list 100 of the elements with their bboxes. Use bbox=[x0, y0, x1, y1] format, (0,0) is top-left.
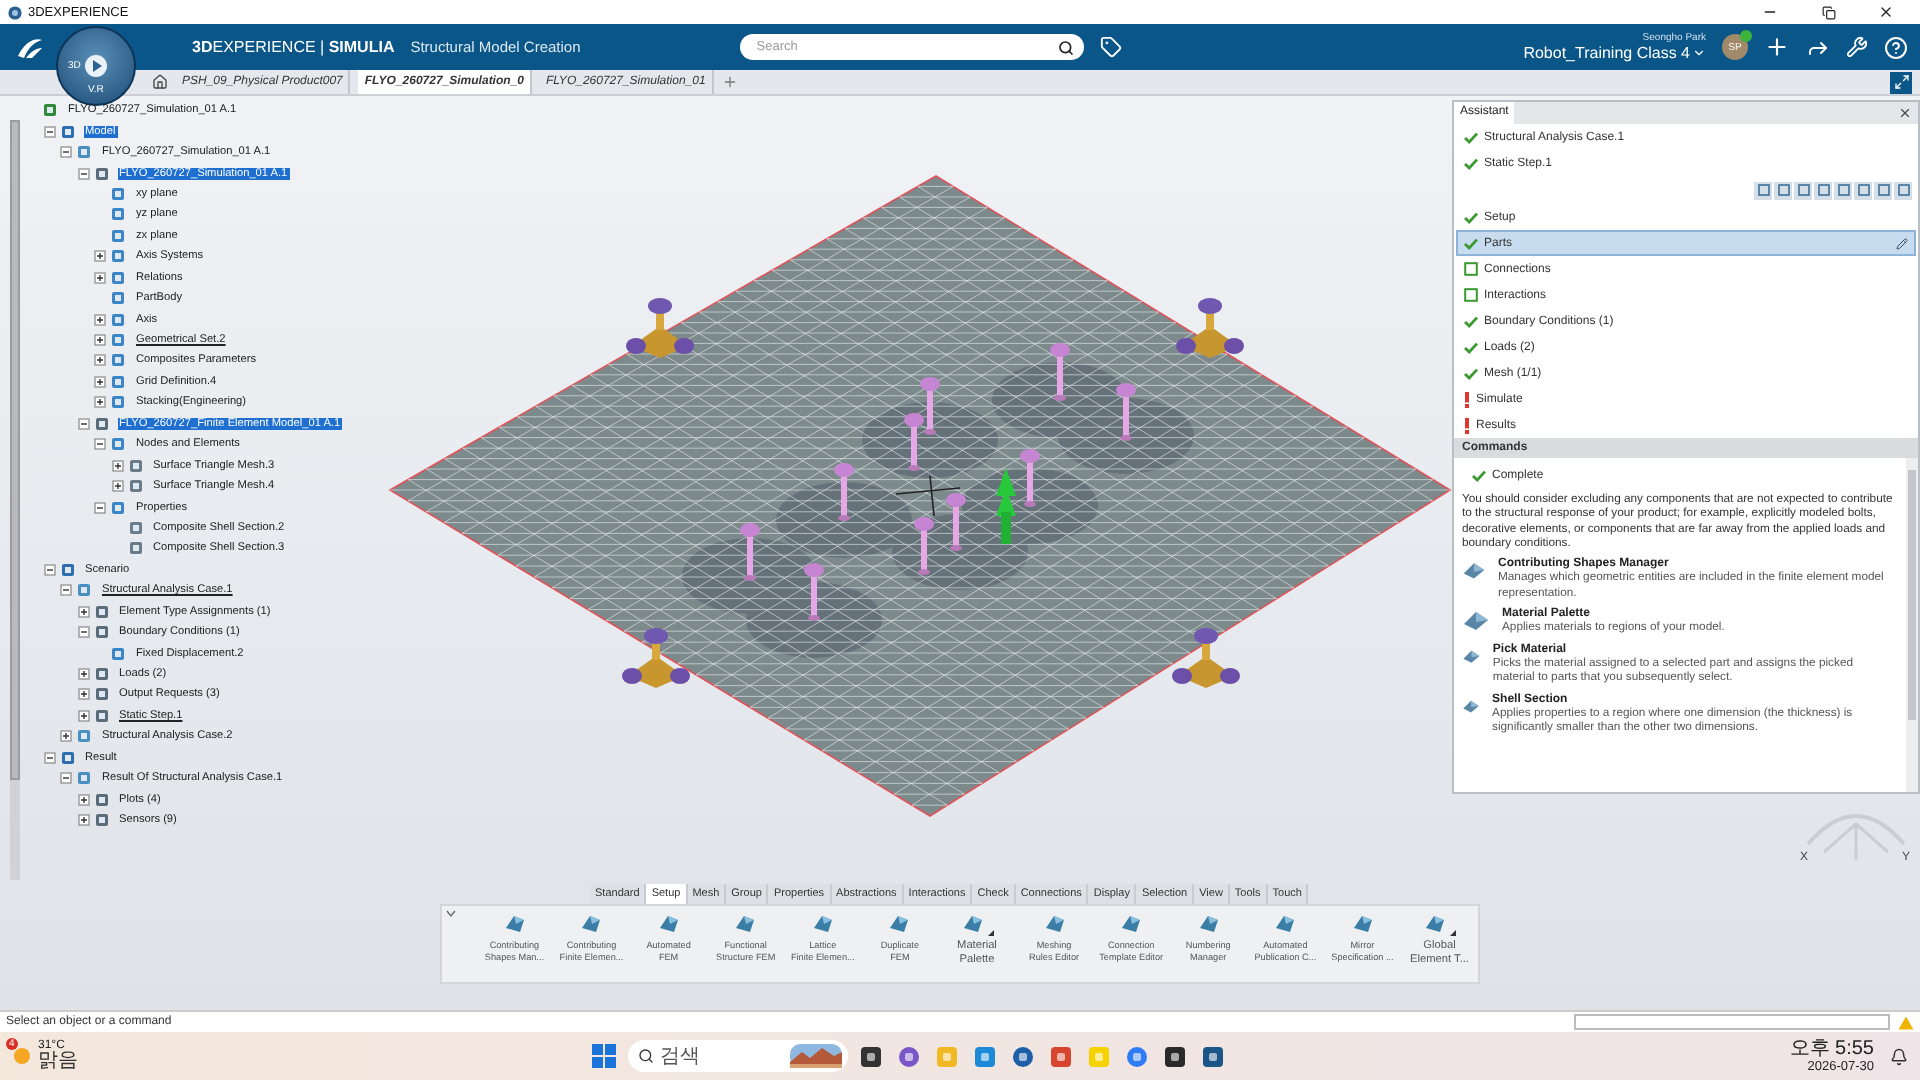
cube-icon bbox=[809, 910, 836, 936]
collapse-toggle[interactable] bbox=[60, 146, 72, 159]
collapse-toggle[interactable] bbox=[77, 626, 89, 639]
fem-model-drawing[interactable] bbox=[388, 175, 1452, 817]
tree-node-icon bbox=[110, 185, 126, 202]
home-icon[interactable] bbox=[152, 74, 168, 90]
tree-node-icon bbox=[59, 561, 75, 578]
envelope-button[interactable] bbox=[1814, 181, 1832, 199]
dropdown-corner-icon[interactable] bbox=[1450, 930, 1457, 936]
scroll-bar[interactable] bbox=[1906, 458, 1918, 792]
weather-condition: 맑음 bbox=[38, 1052, 78, 1072]
presence-dot bbox=[1740, 30, 1752, 42]
tree-node-icon bbox=[93, 686, 109, 703]
chevron-down-icon bbox=[1692, 46, 1706, 60]
collapse-toggle[interactable] bbox=[43, 125, 55, 138]
close-button[interactable] bbox=[1898, 106, 1912, 120]
app-logo-icon bbox=[8, 5, 22, 19]
collapse-toggle[interactable] bbox=[94, 501, 106, 514]
empty-square-icon bbox=[1464, 262, 1478, 276]
expand-toggle[interactable] bbox=[111, 480, 123, 493]
browser-icon[interactable] bbox=[974, 1045, 996, 1067]
square-icon bbox=[1837, 184, 1849, 196]
check-icon bbox=[1472, 469, 1486, 481]
cube-icon bbox=[732, 910, 759, 936]
expand-toggle[interactable] bbox=[77, 605, 89, 618]
caret-icon[interactable] bbox=[446, 910, 456, 918]
cube-icon bbox=[1272, 910, 1299, 936]
collapse-toggle[interactable] bbox=[94, 438, 106, 451]
expand-toggle[interactable] bbox=[94, 250, 106, 263]
expand-toggle[interactable] bbox=[77, 793, 89, 806]
tag-icon[interactable] bbox=[1100, 36, 1123, 58]
wrench-button[interactable] bbox=[1846, 36, 1868, 58]
eye-button[interactable] bbox=[1854, 181, 1872, 199]
expand-toggle[interactable] bbox=[111, 459, 123, 472]
collapse-toggle[interactable] bbox=[77, 167, 89, 180]
maximize-button[interactable] bbox=[1890, 71, 1912, 93]
alert-button[interactable] bbox=[1874, 181, 1892, 199]
expand-toggle[interactable] bbox=[94, 271, 106, 284]
square-icon bbox=[1757, 184, 1769, 196]
collab-space-selector[interactable]: Robot_Training Class 4 bbox=[1523, 44, 1706, 62]
square-icon bbox=[1897, 184, 1909, 196]
cube-icon bbox=[1118, 910, 1145, 936]
expand-toggle[interactable] bbox=[77, 814, 89, 827]
collapse-toggle[interactable] bbox=[43, 563, 55, 576]
restore-icon bbox=[1821, 5, 1835, 19]
close-icon bbox=[1898, 106, 1912, 120]
cube-icon bbox=[1041, 910, 1068, 936]
wrench-icon bbox=[1846, 36, 1868, 58]
expand-toggle[interactable] bbox=[94, 354, 106, 367]
search-icon bbox=[638, 1048, 654, 1064]
note-icon[interactable] bbox=[1164, 1045, 1186, 1067]
cube-icon bbox=[578, 910, 605, 936]
notification-icon[interactable] bbox=[1890, 1047, 1908, 1065]
tree-node-icon bbox=[110, 645, 126, 662]
tree-node-icon bbox=[110, 332, 126, 349]
search-icon[interactable] bbox=[1058, 39, 1075, 55]
tree-node-icon bbox=[42, 102, 58, 119]
expand-toggle[interactable] bbox=[94, 396, 106, 409]
video-call-icon[interactable] bbox=[1126, 1045, 1148, 1067]
tree-node-icon bbox=[127, 519, 143, 536]
collapse-toggle[interactable] bbox=[43, 751, 55, 764]
tree-node-icon bbox=[76, 582, 92, 599]
tree-node-icon bbox=[93, 707, 109, 724]
tree-node-icon bbox=[93, 415, 109, 432]
expand-toggle[interactable] bbox=[77, 688, 89, 701]
tree-node-icon bbox=[59, 123, 75, 140]
gear-button[interactable] bbox=[1894, 181, 1912, 199]
plus-icon bbox=[1764, 34, 1790, 60]
clock-time[interactable]: 오후 5:55 bbox=[1789, 1039, 1874, 1059]
expand-toggle[interactable] bbox=[77, 709, 89, 722]
collapse-toggle[interactable] bbox=[60, 584, 72, 597]
compass-app-icon[interactable] bbox=[1202, 1045, 1224, 1067]
dropdown-corner-icon[interactable] bbox=[987, 930, 994, 936]
tree-node-icon bbox=[110, 311, 126, 328]
cube-icon bbox=[959, 910, 986, 936]
expand-toggle[interactable] bbox=[60, 730, 72, 743]
task-view-icon[interactable] bbox=[860, 1045, 882, 1067]
command-input-field[interactable] bbox=[1574, 1014, 1890, 1030]
expand-toggle[interactable] bbox=[94, 334, 106, 347]
exclamation-icon bbox=[1464, 417, 1470, 433]
help-button[interactable] bbox=[1884, 35, 1908, 59]
new-tab-icon[interactable] bbox=[721, 74, 738, 90]
grid-app-icon[interactable] bbox=[898, 1045, 920, 1067]
tree-node-icon bbox=[110, 290, 126, 307]
command-icon[interactable] bbox=[1462, 558, 1486, 583]
collapse-toggle[interactable] bbox=[60, 772, 72, 785]
cube-icon bbox=[1422, 910, 1449, 936]
tree-node-icon bbox=[93, 791, 109, 808]
add-button[interactable] bbox=[1764, 34, 1790, 60]
cube-icon bbox=[501, 910, 528, 936]
collapse-toggle[interactable] bbox=[77, 417, 89, 430]
command-icon[interactable] bbox=[1462, 608, 1490, 633]
edit-icon[interactable] bbox=[1896, 237, 1908, 249]
table-button[interactable] bbox=[1834, 181, 1852, 199]
expand-toggle[interactable] bbox=[77, 668, 89, 681]
tree-node-icon bbox=[93, 603, 109, 620]
start-icon[interactable] bbox=[592, 1044, 616, 1068]
expand-toggle[interactable] bbox=[94, 375, 106, 388]
scroll-bar[interactable] bbox=[10, 120, 20, 880]
expand-toggle[interactable] bbox=[94, 313, 106, 326]
